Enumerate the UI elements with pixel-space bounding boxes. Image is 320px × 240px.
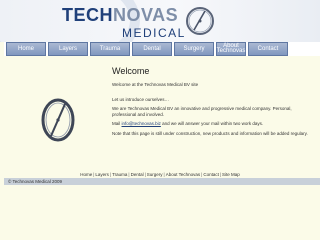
welcome-text: Welcome at the Technovas Medical BV site — [112, 82, 199, 87]
wheel-illustration-icon — [41, 98, 75, 142]
footer-link-surgery[interactable]: Surgery — [147, 172, 163, 177]
main-nav: Home Layers Trauma Dental Surgery About … — [4, 42, 320, 56]
company-description: We are Technovas Medical BV an innovativ… — [112, 106, 292, 117]
logo-novas-text: NOVAS — [113, 5, 179, 25]
logo-medical-text: MEDICAL — [122, 26, 186, 40]
footer-separator: | — [109, 172, 112, 177]
header-banner: TECHNOVAS MEDICAL — [0, 0, 320, 42]
nav-dental[interactable]: Dental — [132, 42, 172, 56]
footer-link-home[interactable]: Home — [80, 172, 92, 177]
nav-contact[interactable]: Contact — [248, 42, 288, 56]
footer-separator: | — [128, 172, 130, 177]
footer-link-about[interactable]: About Technovas — [166, 172, 200, 177]
footer-separator: | — [219, 172, 222, 177]
intro-text: Let us introduce ourselves… — [112, 96, 170, 102]
footer-link-contact[interactable]: Contact — [203, 172, 219, 177]
logo-wordmark[interactable]: TECHNOVAS — [62, 5, 178, 26]
copyright-bar: © Technovas Medical 2009 — [4, 178, 320, 185]
nav-surgery[interactable]: Surgery — [174, 42, 214, 56]
wheel-logo-icon — [186, 7, 214, 35]
email-link[interactable]: info@technovas.biz — [122, 121, 161, 126]
footer-separator: | — [163, 172, 165, 177]
mail-suffix: and we will answer your mail within two … — [160, 121, 264, 126]
mail-prefix: Mail — [112, 121, 122, 126]
nav-trauma[interactable]: Trauma — [90, 42, 130, 56]
footer-link-layers[interactable]: Layers — [95, 172, 109, 177]
construction-note: Note that this page is still under const… — [112, 130, 308, 136]
footer-link-dental[interactable]: Dental — [131, 172, 144, 177]
footer-separator: | — [144, 172, 146, 177]
footer-link-sitemap[interactable]: Site Map — [222, 172, 240, 177]
mail-paragraph: Mail info@technovas.biz and we will answ… — [112, 121, 312, 127]
logo-tech-text: TECH — [62, 5, 113, 25]
nav-layers[interactable]: Layers — [48, 42, 88, 56]
nav-about[interactable]: About Technovas — [216, 42, 246, 56]
page-title: Welcome — [112, 66, 150, 76]
nav-home[interactable]: Home — [6, 42, 46, 56]
main-content: Welcome Welcome at the Technovas Medical… — [112, 66, 312, 140]
footer-link-trauma[interactable]: Trauma — [112, 172, 127, 177]
